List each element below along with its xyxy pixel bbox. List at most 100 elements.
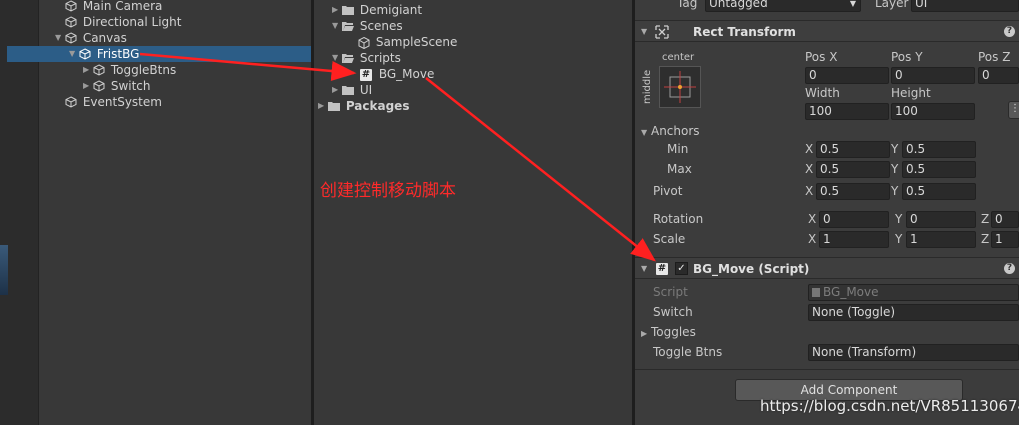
width-label: Width [805, 86, 840, 100]
hierarchy-item-label: Canvas [82, 31, 127, 45]
switch-field[interactable]: None (Toggle) [808, 304, 1019, 321]
tag-label: Tag [677, 0, 698, 10]
expand-right-icon: ▶ [641, 329, 648, 338]
expand-right-icon[interactable]: ▶ [332, 2, 342, 18]
script-file-icon [812, 288, 820, 297]
expand-right-icon[interactable]: ▶ [332, 82, 342, 98]
project-item-label: Scripts [359, 51, 401, 65]
expand-down-icon[interactable]: ▼ [69, 46, 79, 62]
layer-label: Layer [875, 0, 909, 10]
hierarchy-item-label: Directional Light [82, 15, 182, 29]
scale-label: Scale [653, 232, 686, 246]
tag-dropdown[interactable]: Untagged ▼ [705, 0, 861, 12]
rotation-z-field[interactable]: 0 [991, 211, 1019, 228]
collapse-down-icon[interactable]: ▼ [641, 258, 647, 280]
gameobject-cube-icon [65, 0, 79, 14]
rect-transform-title: Rect Transform [693, 25, 796, 39]
rotation-x-field[interactable]: 0 [819, 211, 889, 228]
axis-y-label: Y [895, 232, 903, 246]
script-reference-value: BG_Move [823, 285, 879, 299]
hierarchy-item-togglebtns[interactable]: ▶ ToggleBtns [83, 62, 176, 78]
pivot-y-field[interactable]: 0.5 [902, 183, 976, 200]
gameobject-cube-icon [65, 30, 79, 46]
axis-x-label: X [805, 142, 814, 156]
anchor-preset-button[interactable] [659, 66, 701, 108]
rotation-y-field[interactable]: 0 [906, 211, 976, 228]
script-component-title: BG_Move (Script) [693, 262, 810, 276]
project-item-label: UI [359, 83, 373, 97]
hierarchy-item-label: ToggleBtns [110, 63, 177, 77]
scale-z-field[interactable]: 1 [991, 231, 1019, 248]
component-divider [635, 369, 1019, 370]
project-item-scripts[interactable]: ▼ Scripts [332, 50, 401, 66]
toggle-btns-field[interactable]: None (Transform) [808, 344, 1019, 361]
help-icon[interactable]: ? [1004, 263, 1015, 274]
folder-open-icon [342, 50, 356, 66]
script-component-header[interactable]: ▼ # ✓ BG_Move (Script) ? [635, 257, 1019, 279]
project-item-label: SampleScene [375, 35, 458, 49]
pos-x-field[interactable]: 0 [805, 67, 889, 84]
hierarchy-item-fristbg[interactable]: ▼ FristBG [7, 46, 312, 62]
axis-y-label: Y [891, 184, 899, 198]
hierarchy-item-directional-light[interactable]: Directional Light [55, 14, 182, 30]
hierarchy-item-eventsystem[interactable]: EventSystem [55, 94, 162, 110]
scale-x-field[interactable]: 1 [819, 231, 889, 248]
pivot-label: Pivot [653, 184, 683, 198]
layer-value: UI [915, 0, 928, 10]
project-item-packages[interactable]: ▶ Packages [318, 98, 409, 114]
project-item-ui[interactable]: ▶ UI [332, 82, 372, 98]
project-item-bg-move[interactable]: # BG_Move [360, 66, 434, 82]
toggles-foldout[interactable]: ▶ Toggles [641, 324, 696, 341]
project-item-scenes[interactable]: ▼ Scenes [332, 18, 403, 34]
folder-icon [342, 82, 356, 98]
hierarchy-item-switch[interactable]: ▶ Switch [83, 78, 151, 94]
height-field[interactable]: 100 [891, 103, 975, 120]
expand-down-icon[interactable]: ▼ [332, 18, 342, 34]
project-item-demigiant[interactable]: ▶ Demigiant [332, 2, 422, 18]
axis-z-label: Z [981, 212, 990, 226]
project-panel: ▶ Demigiant ▼ Scenes SampleScene ▼ Scrip… [314, 0, 632, 425]
hierarchy-item-canvas[interactable]: ▼ Canvas [55, 30, 127, 46]
component-enabled-checkbox[interactable]: ✓ [675, 262, 688, 275]
expand-right-icon[interactable]: ▶ [83, 78, 93, 94]
axis-y-label: Y [891, 142, 899, 156]
toggle-btns-label: Toggle Btns [653, 345, 723, 359]
unity-scene-icon [358, 34, 372, 50]
csharp-script-icon: # [360, 68, 372, 81]
anchor-preset-vertical-label: middle [642, 69, 653, 104]
hierarchy-item-label: Main Camera [82, 0, 163, 13]
help-icon[interactable]: ? [1004, 26, 1015, 37]
hierarchy-item-main-camera[interactable]: Main Camera [55, 0, 162, 14]
expand-down-icon[interactable]: ▼ [332, 50, 342, 66]
pos-z-field[interactable]: 0 [978, 67, 1019, 84]
pos-y-field[interactable]: 0 [891, 67, 975, 84]
width-field[interactable]: 100 [805, 103, 889, 120]
project-item-label: Packages [345, 99, 410, 113]
expand-down-icon[interactable]: ▼ [55, 30, 65, 46]
rotation-label: Rotation [653, 212, 704, 226]
axis-y-label: Y [891, 162, 899, 176]
csharp-script-icon: # [656, 263, 668, 275]
anchor-preset-horizontal-label: center [662, 52, 695, 63]
scale-y-field[interactable]: 1 [906, 231, 976, 248]
blueprint-raw-edit-button[interactable]: ⋮ [1008, 101, 1019, 119]
height-label: Height [891, 86, 931, 100]
axis-x-label: X [808, 232, 817, 246]
anchor-max-y-field[interactable]: 0.5 [902, 161, 976, 178]
anchor-min-x-field[interactable]: 0.5 [816, 141, 890, 158]
anchors-foldout[interactable]: ▼ Anchors [641, 123, 700, 140]
project-item-samplescene[interactable]: SampleScene [358, 34, 457, 50]
rect-transform-icon [655, 21, 669, 46]
expand-right-icon[interactable]: ▶ [318, 98, 328, 114]
anchors-label: Anchors [650, 124, 700, 138]
axis-x-label: X [805, 184, 814, 198]
layer-dropdown[interactable]: UI [911, 0, 1019, 12]
anchor-min-y-field[interactable]: 0.5 [902, 141, 976, 158]
rect-transform-header[interactable]: ▼ Rect Transform ? [635, 20, 1019, 42]
anchor-preset-icon [664, 71, 696, 103]
anchor-max-x-field[interactable]: 0.5 [816, 161, 890, 178]
expand-right-icon[interactable]: ▶ [83, 62, 93, 78]
collapse-down-icon[interactable]: ▼ [641, 21, 647, 43]
gameobject-cube-icon [65, 94, 79, 110]
pivot-x-field[interactable]: 0.5 [816, 183, 890, 200]
